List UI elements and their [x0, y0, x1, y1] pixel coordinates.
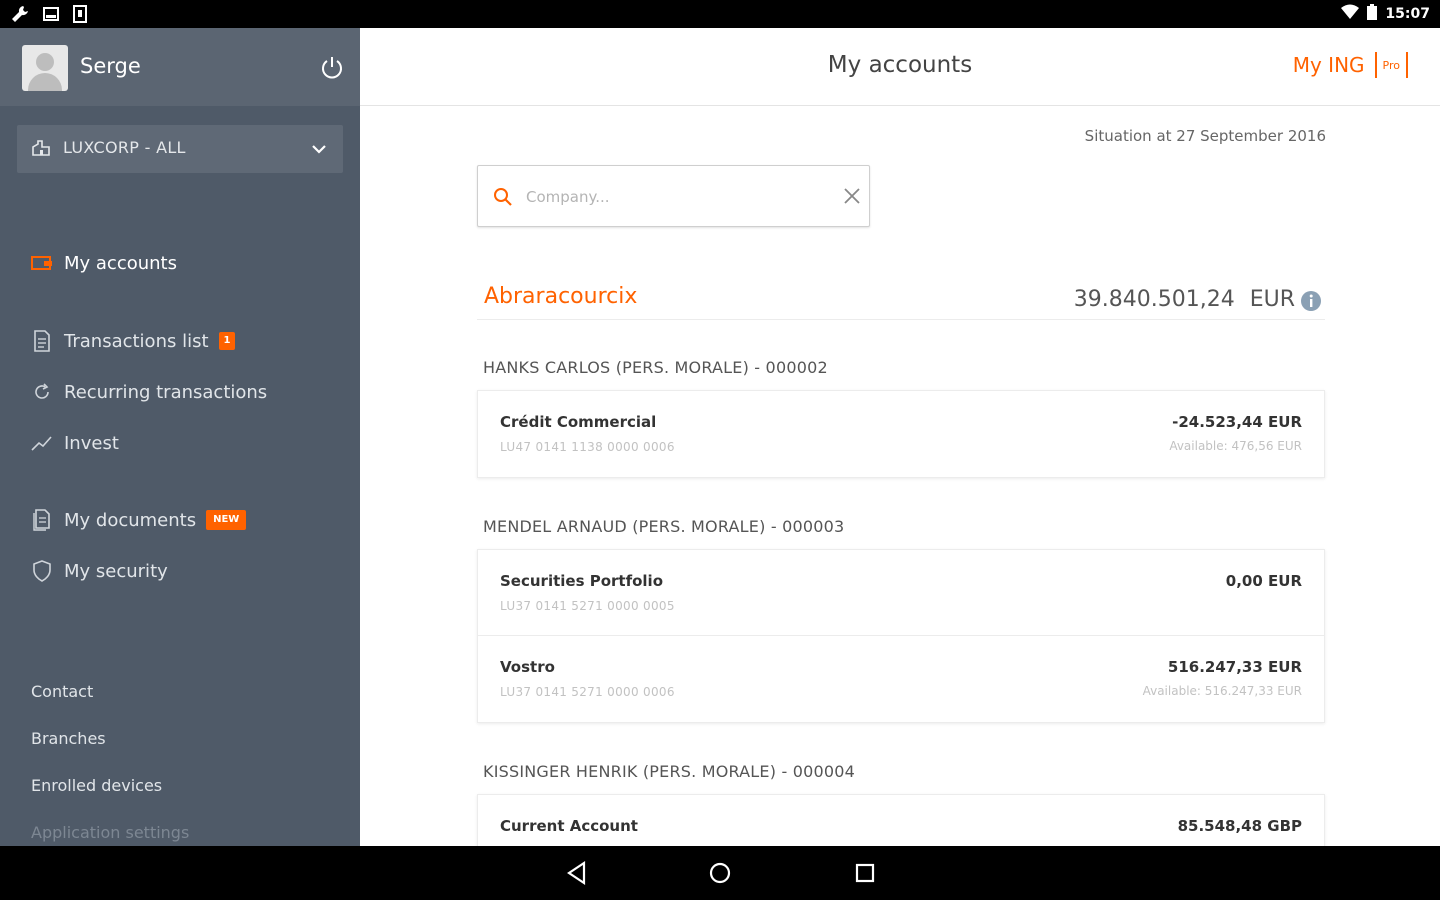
- company-search: [477, 165, 870, 227]
- account-balance: 0,00 EUR: [1225, 572, 1302, 590]
- recents-icon[interactable]: [852, 860, 878, 886]
- account-name: Crédit Commercial: [500, 413, 657, 431]
- group-total-amount: 39.840.501,24: [1073, 287, 1235, 312]
- account-balance: -24.523,44 EUR: [1172, 413, 1302, 431]
- power-icon[interactable]: [318, 54, 346, 82]
- back-icon[interactable]: [564, 860, 590, 886]
- status-bar: 15:07: [0, 0, 1440, 28]
- count-badge: 1: [218, 332, 236, 350]
- wrench-icon: [10, 4, 30, 28]
- shield-icon: [30, 559, 54, 583]
- sidebar-item-invest[interactable]: Invest: [30, 428, 119, 458]
- trend-icon: [30, 431, 54, 455]
- situation-date: Situation at 27 September 2016: [1084, 127, 1326, 145]
- sidebar-item-label: My documents: [64, 509, 197, 531]
- sidebar-item-label: My accounts: [64, 252, 177, 274]
- avatar[interactable]: [22, 45, 68, 91]
- holder-title: KISSINGER HENRIK (PERS. MORALE) - 000004: [483, 762, 855, 781]
- top-bar: My accounts My ING Pro: [360, 28, 1440, 106]
- group-header[interactable]: Abraracourcix 39.840.501,24 EUR: [477, 282, 1325, 320]
- account-card: Current Account 85.548,48 GBP: [477, 794, 1325, 846]
- group-name: Abraracourcix: [484, 284, 638, 309]
- status-time: 15:07: [1385, 6, 1430, 22]
- account-name: Securities Portfolio: [500, 572, 664, 590]
- holder-title: HANKS CARLOS (PERS. MORALE) - 000002: [483, 358, 828, 377]
- company-select[interactable]: LUXCORP - ALL: [17, 125, 343, 173]
- documents-icon: [30, 508, 54, 532]
- sidebar-item-my-accounts[interactable]: My accounts: [30, 248, 177, 278]
- building-icon: [31, 139, 51, 161]
- search-input[interactable]: [526, 184, 826, 210]
- account-card: Securities Portfolio LU37 0141 5271 0000…: [477, 549, 1325, 723]
- account-name: Vostro: [500, 658, 555, 676]
- brand-label: My ING: [1292, 53, 1365, 77]
- account-available: Available: 516.247,33 EUR: [1142, 684, 1302, 698]
- system-nav-bar: [0, 846, 1440, 900]
- account-balance: 85.548,48 GBP: [1177, 817, 1302, 835]
- sidebar-item-label: Transactions list: [64, 330, 209, 352]
- account-row[interactable]: Vostro LU37 0141 5271 0000 0006 516.247,…: [478, 636, 1324, 722]
- link-branches[interactable]: Branches: [31, 729, 106, 748]
- sidebar: Serge LUXCORP - ALL My accounts Transact…: [0, 28, 360, 846]
- sidebar-item-label: My security: [64, 560, 168, 582]
- document-icon: [30, 329, 54, 353]
- battery-icon: [1367, 4, 1378, 24]
- sidebar-item-recurring[interactable]: Recurring transactions: [30, 377, 267, 407]
- clear-icon[interactable]: [842, 186, 862, 210]
- account-row[interactable]: Securities Portfolio LU37 0141 5271 0000…: [478, 550, 1324, 636]
- my-ing-logo[interactable]: My ING Pro: [1293, 52, 1408, 78]
- account-iban: LU37 0141 5271 0000 0006: [500, 685, 675, 699]
- home-icon[interactable]: [707, 860, 733, 886]
- info-icon[interactable]: [1300, 290, 1322, 316]
- refresh-icon: [30, 380, 54, 404]
- sidebar-item-label: Invest: [64, 432, 119, 454]
- group-total: 39.840.501,24 EUR: [1074, 287, 1295, 312]
- pro-badge: Pro: [1374, 52, 1408, 78]
- page-title: My accounts: [827, 52, 973, 78]
- account-card: Crédit Commercial LU47 0141 1138 0000 00…: [477, 390, 1325, 478]
- tray-icon: [42, 5, 60, 27]
- link-enrolled-devices[interactable]: Enrolled devices: [31, 776, 162, 795]
- account-name: Current Account: [500, 817, 638, 835]
- link-contact[interactable]: Contact: [31, 682, 93, 701]
- user-header: Serge: [0, 28, 360, 106]
- link-application-settings[interactable]: Application settings: [31, 823, 189, 842]
- sidebar-item-documents[interactable]: My documents NEW: [30, 505, 247, 535]
- main-content: My accounts My ING Pro Situation at 27 S…: [360, 28, 1440, 846]
- search-icon: [492, 186, 514, 212]
- account-row[interactable]: Current Account 85.548,48 GBP: [478, 795, 1324, 846]
- wallet-icon: [30, 251, 54, 275]
- account-row[interactable]: Crédit Commercial LU47 0141 1138 0000 00…: [478, 391, 1324, 477]
- wifi-icon: [1341, 4, 1360, 24]
- account-balance: 516.247,33 EUR: [1167, 658, 1302, 676]
- new-badge: NEW: [206, 510, 247, 530]
- sim-icon: [72, 5, 88, 27]
- account-iban: LU37 0141 5271 0000 0005: [500, 599, 675, 613]
- sidebar-item-security[interactable]: My security: [30, 556, 168, 586]
- sidebar-item-transactions[interactable]: Transactions list 1: [30, 326, 236, 356]
- holder-title: MENDEL ARNAUD (PERS. MORALE) - 000003: [483, 517, 845, 536]
- sidebar-item-label: Recurring transactions: [64, 381, 268, 403]
- group-total-currency: EUR: [1249, 287, 1295, 312]
- account-available: Available: 476,56 EUR: [1169, 439, 1302, 453]
- account-iban: LU47 0141 1138 0000 0006: [500, 440, 675, 454]
- user-name: Serge: [80, 54, 141, 78]
- chevron-down-icon: [309, 139, 329, 163]
- company-select-label: LUXCORP - ALL: [63, 138, 186, 157]
